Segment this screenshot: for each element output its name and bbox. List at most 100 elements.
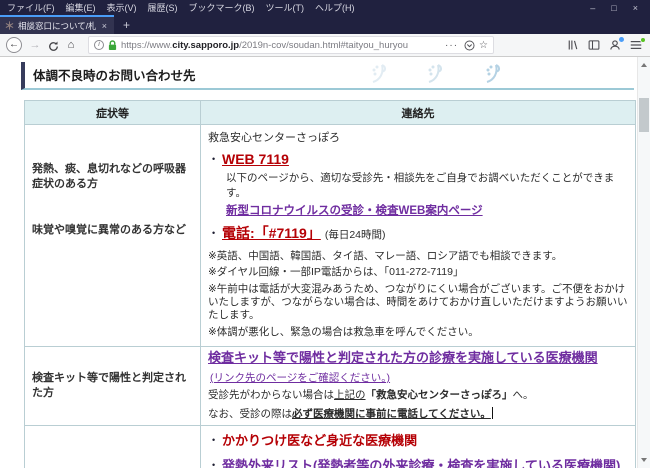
note-call-ahead: なお、受診の際は必ず医療機関に事前に電話してください。 bbox=[208, 406, 628, 422]
navigation-toolbar: ← → ⌂ i https://www.city.sapporo.jp/2019… bbox=[0, 34, 650, 57]
tab-close-icon[interactable]: × bbox=[100, 21, 109, 31]
menu-bar: ファイル(F) 編集(E) 表示(V) 履歴(S) ブックマーク(B) ツール(… bbox=[0, 1, 355, 14]
scrollbar[interactable] bbox=[637, 57, 650, 468]
bullet-icon: • bbox=[212, 435, 216, 446]
scrollbar-thumb[interactable] bbox=[639, 98, 649, 132]
column-header-contact: 連絡先 bbox=[200, 100, 636, 125]
favicon-sapporo-emblem-icon bbox=[5, 21, 14, 30]
bullet-icon: • bbox=[212, 154, 216, 164]
symptom-cell-respiratory: 発熱、痰、息切れなどの呼吸器症状のある方 味覚や嗅覚に異常のある方など bbox=[24, 124, 201, 347]
symptom-label: 味覚や嗅覚に異常のある方など bbox=[32, 223, 186, 236]
contact-table: 症状等 連絡先 発熱、痰、息切れなどの呼吸器症状のある方 味覚や嗅覚に異常のある… bbox=[24, 100, 636, 468]
web7119-description: 以下のページから、適切な受診先・相談先をご自身でお調べいただくことができます。 bbox=[226, 172, 615, 199]
contact-cell-fever-visit: • かかりつけ医など身近な医療機関 • 発熱外来リスト(発熱者等の外来診療・検査を実… bbox=[200, 425, 636, 468]
check-linked-page-link[interactable]: (リンク先のページをご確認ください。) bbox=[210, 370, 390, 385]
covid-web-guide-link[interactable]: 新型コロナウイルスの受診・検査WEB案内ページ bbox=[226, 202, 483, 218]
testkit-medical-list-link[interactable]: 検査キット等で陽性と判定された方の診療を実施している医療機関 bbox=[208, 350, 598, 365]
menu-file[interactable]: ファイル(F) bbox=[7, 1, 55, 14]
bookmark-star-icon[interactable]: ☆ bbox=[479, 40, 488, 51]
note-text: へ。 bbox=[512, 388, 534, 401]
column-header-symptom: 症状等 bbox=[24, 100, 201, 125]
browser-viewport: 体調不良時のお問い合わせ先 症状等 連絡先 発熱、痰、息切れなどの呼吸器症状のあ… bbox=[0, 57, 650, 468]
above-anchor-link[interactable]: 上記の bbox=[334, 389, 366, 401]
note-text: 受診先がわからない場合は bbox=[208, 388, 334, 401]
pocket-icon[interactable] bbox=[464, 39, 475, 51]
note-dial-line: ※ダイヤル回線・一部IP電話からは、「011-272-7119」 bbox=[208, 266, 464, 279]
web7119-link[interactable]: WEB 7119 bbox=[222, 151, 289, 167]
close-button[interactable]: × bbox=[633, 3, 638, 13]
note-busy-morning: ※午前中は電話が大変混みあうため、つながりにくい場合がございます。ご不便をおかけ… bbox=[208, 282, 628, 322]
org-name: 救急安心センターさっぽろ bbox=[208, 132, 340, 144]
table-row: 発熱、痰、息切れなどの呼吸器症状のある方 味覚や嗅覚に異常のある方など 救急安心… bbox=[24, 124, 636, 347]
list-item: • 電話:「#7119」 (毎日24時間) bbox=[212, 223, 628, 243]
url-text[interactable]: https://www.city.sapporo.jp/2019n-cov/so… bbox=[121, 40, 439, 51]
update-badge bbox=[640, 37, 646, 43]
back-icon[interactable]: ← bbox=[6, 37, 22, 53]
toolbar-right-icons bbox=[567, 37, 646, 51]
notes-block: ※英語、中国語、韓国語、タイ語、マレー語、ロシア語でも相談できます。 ※ダイヤル… bbox=[208, 250, 628, 339]
bullet-icon: • bbox=[212, 228, 216, 238]
url-domain: city.sapporo.jp bbox=[172, 39, 240, 51]
menu-tools[interactable]: ツール(T) bbox=[266, 1, 305, 14]
library-icon[interactable] bbox=[567, 39, 579, 51]
tel7119-link[interactable]: 電話:「#7119」 bbox=[222, 225, 321, 241]
note-emergency: ※体調が悪化し、緊急の場合は救急車を呼んでください。 bbox=[208, 325, 479, 338]
minimize-button[interactable]: – bbox=[590, 3, 595, 13]
list-item: •発熱外来リスト(発熱者等の外来診療・検査を実施している医療機関) (リンク先の… bbox=[212, 457, 628, 468]
contact-cell-testkit: 検査キット等で陽性と判定された方の診療を実施している医療機関 (リンク先のページ… bbox=[200, 345, 636, 427]
note-unknown-destination: 受診先がわからない場合は上記の「救急安心センターさっぽろ」へ。 bbox=[208, 389, 628, 403]
window-controls: – □ × bbox=[590, 3, 650, 13]
page-actions-icon[interactable]: ··· bbox=[443, 40, 460, 51]
symptom-label: 発熱、痰、息切れなどの呼吸器症状のある方 bbox=[32, 163, 186, 190]
title-bar: ファイル(F) 編集(E) 表示(V) 履歴(S) ブックマーク(B) ツール(… bbox=[0, 0, 650, 15]
url-scheme: https://www. bbox=[121, 39, 173, 51]
contact-cell-7119: 救急安心センターさっぽろ • WEB 7119 以下のページから、適切な受診先・相… bbox=[200, 124, 636, 347]
home-icon[interactable]: ⌂ bbox=[62, 36, 80, 54]
menu-bookmarks[interactable]: ブックマーク(B) bbox=[189, 1, 255, 14]
note-languages: ※英語、中国語、韓国語、タイ語、マレー語、ロシア語でも相談できます。 bbox=[208, 250, 563, 262]
account-notification-dot bbox=[619, 37, 624, 42]
table-row: 発熱して医療機関を受診する際 • かかりつけ医など身近な医療機関 • 発熱外来リスト… bbox=[24, 425, 636, 468]
section-heading-text: 体調不良時のお問い合わせ先 bbox=[33, 69, 196, 83]
forward-icon[interactable]: → bbox=[26, 36, 44, 54]
section-heading: 体調不良時のお問い合わせ先 bbox=[21, 62, 634, 90]
list-item: • WEB 7119 以下のページから、適切な受診先・相談先をご自身でお調べいただ… bbox=[212, 151, 628, 218]
tab-bar: 相談窓口について/札幌市 × + bbox=[0, 15, 650, 34]
tel-hours-note: (毎日24時間) bbox=[324, 229, 386, 241]
table-header-row: 症状等 連絡先 bbox=[24, 100, 636, 125]
org-name-bold: 「救急安心センターさっぽろ」 bbox=[365, 388, 513, 401]
lock-icon[interactable] bbox=[108, 39, 117, 51]
tab-active[interactable]: 相談窓口について/札幌市 × bbox=[0, 15, 114, 34]
floral-decoration-icon bbox=[425, 63, 445, 84]
floral-decoration-icon bbox=[369, 63, 389, 84]
menu-history[interactable]: 履歴(S) bbox=[148, 1, 178, 14]
table-row: 検査キット等で陽性と判定された方 検査キット等で陽性と判定された方の診療を実施し… bbox=[24, 345, 636, 427]
symptom-label: 検査キット等で陽性と判定された方 bbox=[32, 371, 186, 399]
symptom-cell-testkit: 検査キット等で陽性と判定された方 bbox=[24, 345, 201, 427]
site-info-icon[interactable]: i bbox=[94, 40, 104, 50]
menu-hamburger-icon[interactable] bbox=[630, 37, 646, 50]
address-bar[interactable]: i https://www.city.sapporo.jp/2019n-cov/… bbox=[88, 36, 494, 54]
call-ahead-strong: 必ず医療機関に事前に電話してください。 bbox=[292, 407, 491, 420]
reload-icon[interactable] bbox=[44, 38, 62, 52]
family-doctor-label: かかりつけ医など身近な医療機関 bbox=[222, 433, 418, 449]
menu-view[interactable]: 表示(V) bbox=[107, 1, 137, 14]
scroll-down-button[interactable] bbox=[638, 454, 650, 466]
menu-edit[interactable]: 編集(E) bbox=[66, 1, 96, 14]
scroll-up-button[interactable] bbox=[638, 59, 650, 71]
tab-title: 相談窓口について/札幌市 bbox=[18, 20, 96, 31]
note-text: なお、受診の際は bbox=[208, 407, 292, 420]
sidebar-icon[interactable] bbox=[588, 39, 600, 51]
floral-decoration-icon bbox=[483, 63, 503, 84]
bullet-icon: • bbox=[212, 459, 216, 468]
url-path: /2019n-cov/soudan.html#taityou_huryou bbox=[239, 39, 409, 51]
page-body: 体調不良時のお問い合わせ先 症状等 連絡先 発熱、痰、息切れなどの呼吸器症状のあ… bbox=[0, 57, 637, 468]
new-tab-button[interactable]: + bbox=[114, 15, 139, 34]
maximize-button[interactable]: □ bbox=[611, 3, 616, 13]
list-item: • かかりつけ医など身近な医療機関 bbox=[212, 432, 628, 451]
account-icon[interactable] bbox=[609, 37, 624, 51]
menu-help[interactable]: ヘルプ(H) bbox=[315, 1, 355, 14]
fever-outpatient-list-link[interactable]: 発熱外来リスト(発熱者等の外来診療・検査を実施している医療機関) bbox=[222, 458, 620, 468]
symptom-cell-fever-visit: 発熱して医療機関を受診する際 bbox=[24, 425, 201, 468]
text-cursor bbox=[491, 406, 493, 419]
